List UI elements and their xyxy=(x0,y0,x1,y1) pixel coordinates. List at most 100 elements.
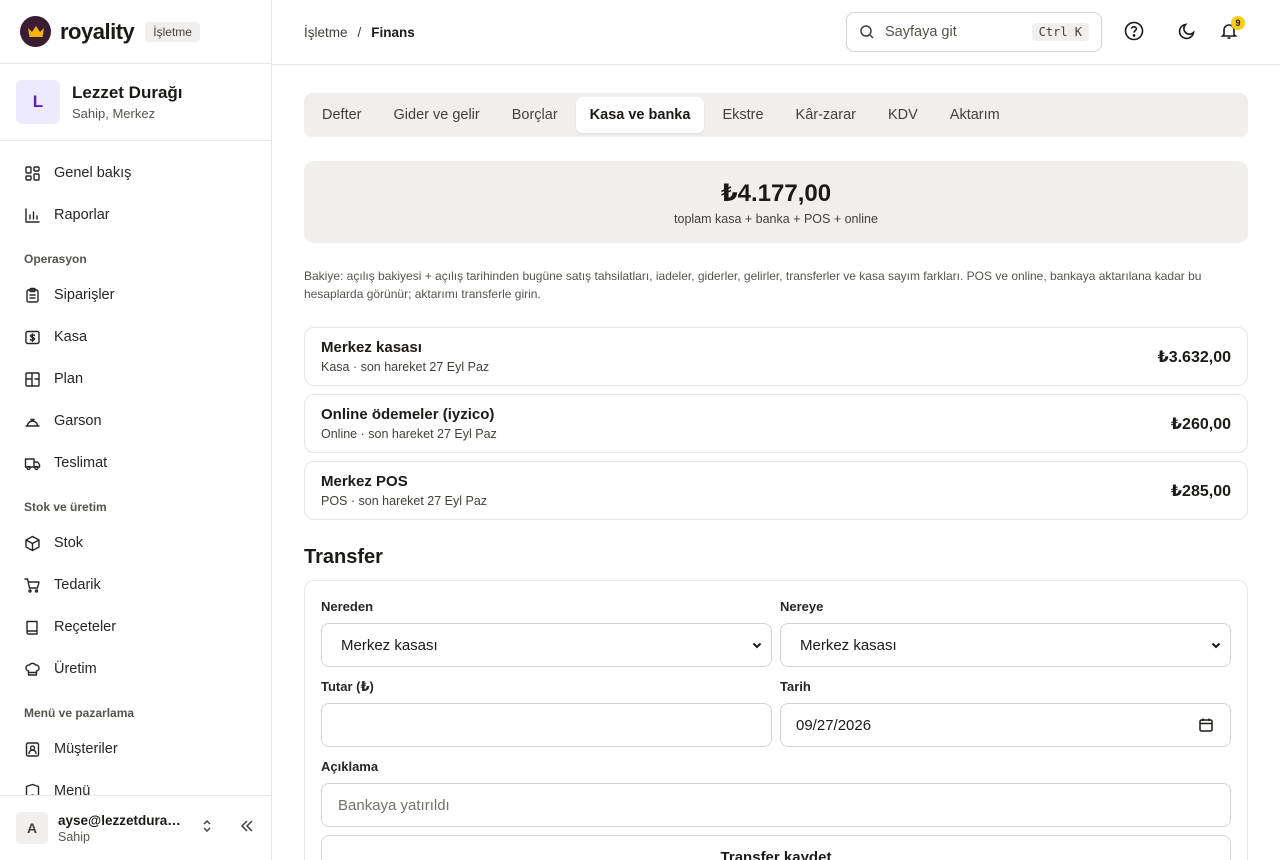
amount-label: Tutar (₺) xyxy=(321,679,374,694)
page-search[interactable]: Sayfaya git Ctrl K xyxy=(846,12,1102,52)
topbar: İşletme / Finans Sayfaya git Ctrl K 9 xyxy=(272,0,1280,65)
sidebar-item-reçeteler[interactable]: Reçeteler xyxy=(0,606,271,648)
book-icon xyxy=(26,620,38,635)
sidebar-item-kasa[interactable]: Kasa xyxy=(0,316,271,358)
notifications-bell-icon[interactable]: 9 xyxy=(1218,16,1245,42)
floor-plan-icon xyxy=(25,371,40,387)
sidebar-item-label: Reçeteler xyxy=(54,619,117,635)
description-input[interactable]: Bankaya yatırıldı xyxy=(321,783,1231,827)
org-role: Sahip, Merkez xyxy=(72,106,156,121)
brand-header: royality İşletme xyxy=(0,0,271,64)
account-balance: ₺260,00 xyxy=(1170,415,1231,433)
amount-input[interactable] xyxy=(321,703,772,747)
tab-borçlar[interactable]: Borçlar xyxy=(498,97,572,133)
search-icon xyxy=(860,25,874,39)
tab-gider-ve-gelir[interactable]: Gider ve gelir xyxy=(380,97,494,133)
sidebar: royality İşletme L Lezzet Durağı Sahip, … xyxy=(0,0,272,860)
sidebar-item-label: Garson xyxy=(54,413,102,429)
account-meta: Kasa · son hareket 27 Eyl Paz xyxy=(321,360,490,374)
from-account-select[interactable]: Merkez kasası xyxy=(321,623,772,667)
notification-count-badge: 9 xyxy=(1231,16,1245,30)
date-value: 09/27/2026 xyxy=(796,716,872,734)
help-icon[interactable] xyxy=(1123,20,1145,42)
sidebar-item-üretim[interactable]: Üretim xyxy=(0,648,271,690)
account-card[interactable]: Merkez kasası Kasa · son hareket 27 Eyl P… xyxy=(304,327,1248,386)
sidebar-item-label: Stok xyxy=(54,535,84,551)
org-avatar: L xyxy=(16,80,60,124)
box-icon xyxy=(25,535,40,551)
user-role: Sahip xyxy=(58,829,90,844)
nav-group-title: Stok ve üretim xyxy=(24,500,107,514)
transfer-form: Nereden Merkez kasası Nereye Merkez kasa… xyxy=(304,580,1248,860)
date-label: Tarih xyxy=(780,679,811,694)
collapse-sidebar-icon[interactable] xyxy=(239,818,255,839)
breadcrumb-current: Finans xyxy=(371,24,415,40)
chevron-down-icon xyxy=(1211,642,1221,649)
account-balance: ₺3.632,00 xyxy=(1157,348,1231,366)
sidebar-item-raporlar[interactable]: Raporlar xyxy=(0,194,271,236)
account-card[interactable]: Merkez POS POS · son hareket 27 Eyl Paz ₺2… xyxy=(304,461,1248,520)
tab-aktarım[interactable]: Aktarım xyxy=(936,97,1014,133)
chevrons-up-down-icon[interactable] xyxy=(199,818,215,839)
description-placeholder: Bankaya yatırıldı xyxy=(338,796,450,814)
save-transfer-button[interactable]: Transfer kaydet xyxy=(321,835,1231,860)
calendar-icon[interactable] xyxy=(1198,717,1214,733)
sidebar-nav: Genel bakış Raporlar Operasyon Siparişler Ka… xyxy=(0,141,271,812)
shortcut-hint: Ctrl K xyxy=(1031,23,1089,41)
tab-defter[interactable]: Defter xyxy=(308,97,376,133)
chart-icon xyxy=(25,207,40,223)
user-avatar: A xyxy=(16,812,48,844)
date-input[interactable]: 09/27/2026 xyxy=(780,703,1231,747)
to-label: Nereye xyxy=(780,599,824,614)
account-name: Online ödemeler (iyzico) xyxy=(321,406,495,423)
description-label: Açıklama xyxy=(321,759,379,774)
account-name: Merkez POS xyxy=(321,473,408,490)
dark-mode-moon-icon[interactable] xyxy=(1176,20,1198,42)
sidebar-item-stok[interactable]: Stok xyxy=(0,522,271,564)
balance-note: Bakiye: açılış bakiyesi + açılış tarihin… xyxy=(304,269,1202,301)
contact-icon xyxy=(25,741,40,757)
breadcrumb: İşletme / Finans xyxy=(304,25,415,40)
org-switcher[interactable]: L Lezzet Durağı Sahip, Merkez xyxy=(0,64,271,141)
sidebar-item-label: Tedarik xyxy=(54,577,101,593)
sidebar-item-tedarik[interactable]: Tedarik xyxy=(0,564,271,606)
sidebar-item-label: Üretim xyxy=(54,661,97,677)
breadcrumb-root[interactable]: İşletme xyxy=(304,25,348,40)
account-meta: POS · son hareket 27 Eyl Paz xyxy=(321,494,488,508)
brand-name: royality xyxy=(60,18,135,44)
sidebar-item-label: Teslimat xyxy=(54,455,108,471)
sidebar-item-label: Raporlar xyxy=(54,207,110,223)
user-email: ayse@lezzetduragi.com xyxy=(58,812,186,828)
sidebar-item-label: Genel bakış xyxy=(54,165,132,181)
sidebar-item-garson[interactable]: Garson xyxy=(0,400,271,442)
tab-kasa-ve-banka[interactable]: Kasa ve banka xyxy=(575,97,705,133)
transfer-title: Transfer xyxy=(304,546,383,568)
account-list: Merkez kasası Kasa · son hareket 27 Eyl P… xyxy=(304,327,1248,520)
dashboard-icon xyxy=(25,165,40,181)
account-card[interactable]: Online ödemeler (iyzico) Online · son har… xyxy=(304,394,1248,453)
account-meta: Online · son hareket 27 Eyl Paz xyxy=(321,427,497,441)
finance-tabs: Defter Gider ve gelir Borçlar Kasa ve banka… xyxy=(304,93,1248,137)
tab-kdv[interactable]: KDV xyxy=(874,97,932,133)
from-label: Nereden xyxy=(321,599,374,614)
tab-kâr-zarar[interactable]: Kâr-zarar xyxy=(782,97,870,133)
tab-ekstre[interactable]: Ekstre xyxy=(708,97,777,133)
clipboard-icon xyxy=(26,287,39,303)
user-menu[interactable]: A ayse@lezzetduragi.com Sahip xyxy=(0,795,271,860)
sidebar-item-genel-bakış[interactable]: Genel bakış xyxy=(0,152,271,194)
crown-logo-icon[interactable] xyxy=(20,16,51,47)
sidebar-item-label: Müşteriler xyxy=(54,741,118,757)
waiter-icon xyxy=(25,418,40,427)
account-name: Merkez kasası xyxy=(321,339,422,356)
nav-group-title: Operasyon xyxy=(24,252,87,266)
workspace-badge: İşletme xyxy=(145,21,200,42)
sidebar-item-müşteriler[interactable]: Müşteriler xyxy=(0,728,271,770)
sidebar-item-siparişler[interactable]: Siparişler xyxy=(0,274,271,316)
breadcrumb-separator: / xyxy=(357,24,362,40)
to-account-select[interactable]: Merkez kasası xyxy=(780,623,1231,667)
chevron-down-icon xyxy=(752,642,762,649)
sidebar-item-plan[interactable]: Plan xyxy=(0,358,271,400)
sidebar-item-teslimat[interactable]: Teslimat xyxy=(0,442,271,484)
chef-hat-icon xyxy=(25,662,40,676)
total-balance-caption: toplam kasa + banka + POS + online xyxy=(674,211,878,226)
